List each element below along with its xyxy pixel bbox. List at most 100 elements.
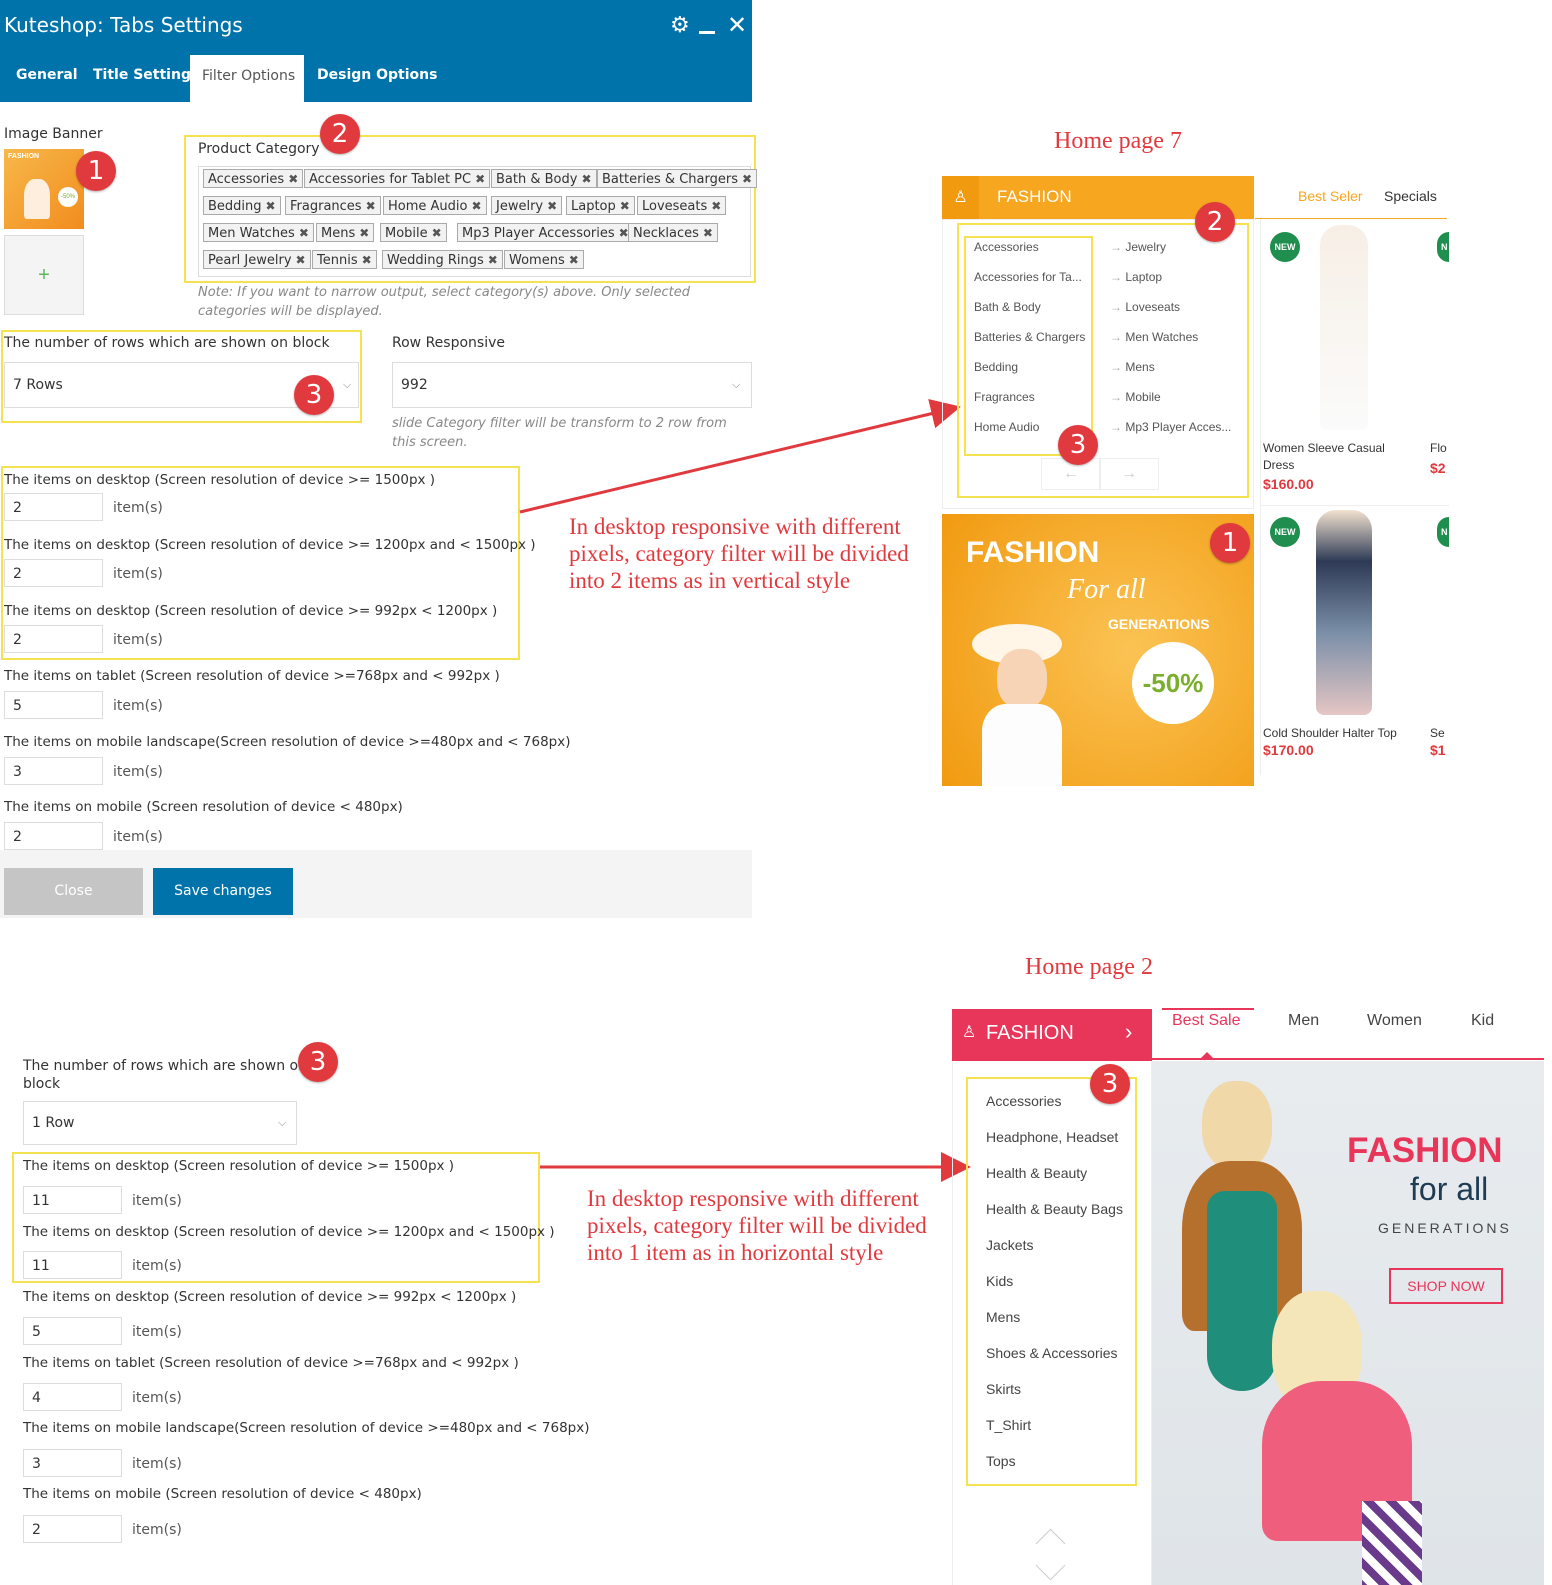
- new-badge-cut: N: [1437, 232, 1449, 262]
- items-input[interactable]: 11: [23, 1186, 122, 1214]
- home2-category-item[interactable]: Accessories: [986, 1093, 1061, 1109]
- items-label: The items on desktop (Screen resolution …: [23, 1158, 455, 1174]
- items-unit: item(s): [132, 1193, 182, 1209]
- next-arrow-icon[interactable]: →: [1099, 458, 1159, 490]
- home7-category-item[interactable]: → Laptop: [1110, 270, 1162, 284]
- banner-discount: -50%: [1132, 642, 1214, 724]
- home7-category-item[interactable]: → Jewelry: [1110, 240, 1166, 254]
- items-unit: item(s): [132, 1258, 182, 1274]
- tab-kid[interactable]: Kid: [1471, 1012, 1494, 1030]
- items-input[interactable]: 11: [23, 1251, 122, 1279]
- banner-script: For all: [1067, 574, 1146, 605]
- home7-category-item[interactable]: → Loveseats: [1110, 300, 1180, 314]
- annotation-text: In desktop responsive with different pix…: [587, 1186, 927, 1265]
- banner-sub: GENERATIONS: [1108, 616, 1210, 632]
- new-badge: NEW: [1270, 232, 1300, 262]
- items-label: The items on desktop (Screen resolution …: [23, 1289, 517, 1305]
- home2-category-item[interactable]: Tops: [986, 1453, 1016, 1469]
- banner-body: [982, 704, 1062, 786]
- shop-now-button[interactable]: SHOP NOW: [1389, 1268, 1503, 1304]
- home2-title: Home page 2: [1025, 954, 1153, 980]
- badge-3: 3: [1090, 1064, 1130, 1104]
- tab-caret: [1201, 1052, 1213, 1058]
- lower-rows-select[interactable]: 1 Row: [23, 1101, 297, 1145]
- product-name[interactable]: Women Sleeve Casual: [1263, 440, 1385, 457]
- banner-face: [997, 649, 1047, 709]
- items-input[interactable]: 5: [23, 1317, 122, 1345]
- banner-model-dress: [1207, 1191, 1277, 1391]
- product-image[interactable]: [1316, 510, 1372, 715]
- home7-category-item[interactable]: Accessories: [974, 240, 1039, 254]
- product-row-divider: [1261, 505, 1449, 506]
- items-input[interactable]: 3: [23, 1449, 122, 1477]
- tab-women[interactable]: Women: [1367, 1012, 1422, 1030]
- product-image[interactable]: [1320, 225, 1368, 430]
- tab-best-seller[interactable]: Best Seler: [1298, 188, 1363, 204]
- home7-category-item[interactable]: → Mp3 Player Acces...: [1110, 420, 1231, 434]
- home7-category-item[interactable]: → Mobile: [1110, 390, 1161, 404]
- banner-child-leggings: [1362, 1501, 1422, 1585]
- active-tab-topline: [1162, 1008, 1254, 1010]
- items-label: The items on desktop (Screen resolution …: [23, 1224, 555, 1240]
- product-name[interactable]: Cold Shoulder Halter Top: [1263, 725, 1397, 742]
- banner-title: FASHION: [966, 536, 1100, 569]
- home7-category-item[interactable]: → Mens: [1110, 360, 1155, 374]
- lower-rows-label: The number of rows which are shown on: [23, 1058, 307, 1074]
- home7-category-item[interactable]: Fragrances: [974, 390, 1035, 404]
- banner-model-hair: [1202, 1081, 1272, 1171]
- product-price-cut: $1: [1430, 742, 1446, 758]
- new-badge: NEW: [1270, 517, 1300, 547]
- home7-category-item[interactable]: Batteries & Chargers: [974, 330, 1085, 344]
- badge-3: 3: [1058, 425, 1098, 465]
- items-label: The items on mobile landscape(Screen res…: [23, 1420, 590, 1436]
- home7-category-item[interactable]: Bath & Body: [974, 300, 1041, 314]
- home7-category-item[interactable]: Accessories for Ta...: [974, 270, 1082, 284]
- home2-category-item[interactable]: Health & Beauty Bags: [986, 1201, 1123, 1217]
- home2-banner[interactable]: FASHION for all GENERATIONS SHOP NOW: [1152, 1061, 1544, 1585]
- product-price: $160.00: [1263, 476, 1314, 492]
- home2-category-item[interactable]: Health & Beauty: [986, 1165, 1087, 1181]
- product-price: $170.00: [1263, 742, 1314, 758]
- product-name-cut: Flo: [1430, 441, 1447, 455]
- product-name-cut: Se: [1430, 726, 1445, 740]
- home2-category-item[interactable]: T_Shirt: [986, 1417, 1031, 1433]
- product-name-2[interactable]: Dress: [1263, 457, 1294, 474]
- home7-banner[interactable]: FASHION For all GENERATIONS -50%: [942, 514, 1254, 786]
- home7-category-item[interactable]: → Men Watches: [1110, 330, 1198, 344]
- home2-category-title: FASHION: [986, 1022, 1074, 1044]
- dress-icon: ♙: [942, 176, 979, 219]
- badge-3: 3: [298, 1042, 338, 1082]
- items-unit: item(s): [132, 1324, 182, 1340]
- home2-category-item[interactable]: Mens: [986, 1309, 1020, 1325]
- home7-category-title: FASHION: [997, 187, 1072, 206]
- items-unit: item(s): [132, 1456, 182, 1472]
- banner2-sub2: GENERATIONS: [1378, 1220, 1512, 1236]
- product-price-cut: $2: [1430, 460, 1446, 476]
- banner2-title: FASHION: [1347, 1131, 1503, 1170]
- dress-icon: ♙: [962, 1024, 977, 1041]
- home2-category-item[interactable]: Skirts: [986, 1381, 1021, 1397]
- home2-tab-underline: [1152, 1058, 1544, 1060]
- home7-category-item[interactable]: Bedding: [974, 360, 1018, 374]
- home2-category-item[interactable]: Jackets: [986, 1237, 1033, 1253]
- items-unit: item(s): [132, 1522, 182, 1538]
- home7-tab-underline: [1255, 218, 1447, 219]
- home2-category-item[interactable]: Kids: [986, 1273, 1013, 1289]
- tab-specials[interactable]: Specials: [1384, 188, 1437, 204]
- items-input[interactable]: 2: [23, 1515, 122, 1543]
- chevron-right-icon[interactable]: ›: [1125, 1019, 1132, 1045]
- lower-rows-label-2: block: [23, 1076, 61, 1092]
- home7-category-item[interactable]: Home Audio: [974, 420, 1039, 434]
- product-divider: [1260, 219, 1261, 775]
- chevron-down-icon: ⌵: [278, 1117, 287, 1129]
- home2-category-item[interactable]: Shoes & Accessories: [986, 1345, 1118, 1361]
- home2-category-item[interactable]: Headphone, Headset: [986, 1129, 1118, 1145]
- new-badge-cut: N: [1437, 517, 1449, 547]
- badge-2: 2: [1195, 202, 1235, 242]
- tab-men[interactable]: Men: [1288, 1012, 1319, 1030]
- items-label: The items on tablet (Screen resolution o…: [23, 1355, 519, 1371]
- items-input[interactable]: 4: [23, 1383, 122, 1411]
- home7-title: Home page 7: [1054, 128, 1182, 154]
- tab-best-sale[interactable]: Best Sale: [1172, 1012, 1240, 1030]
- banner2-sub1: for all: [1410, 1171, 1489, 1207]
